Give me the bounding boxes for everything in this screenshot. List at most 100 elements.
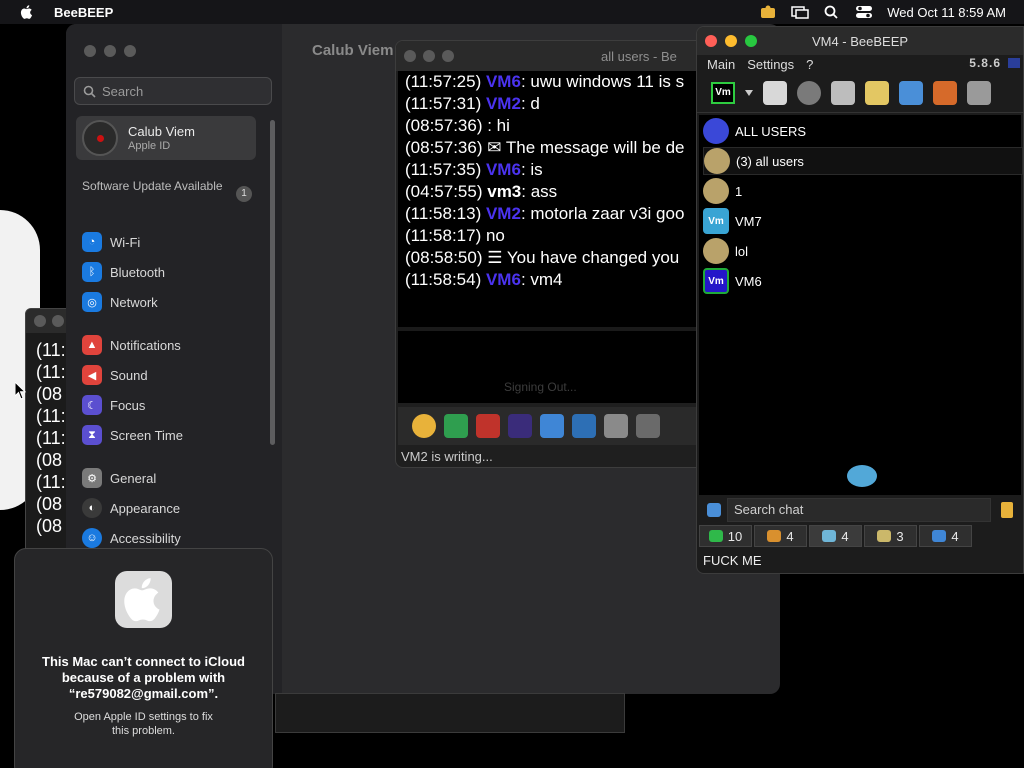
settings-gear-icon[interactable] [572, 414, 596, 438]
apple-menu-icon[interactable] [18, 3, 36, 21]
plugins-icon[interactable] [899, 80, 923, 105]
icloud-notification[interactable]: This Mac can’t connect to iCloud because… [14, 548, 273, 768]
users-tab[interactable]: 10 [699, 525, 752, 547]
message-sender[interactable]: VM6 [486, 72, 521, 91]
emoticon-icon[interactable] [412, 414, 436, 438]
sidebar-item-wifi[interactable]: ◔ Wi-Fi [82, 232, 140, 252]
message-sender[interactable]: VM6 [486, 270, 521, 289]
sidebar-item-screen-time[interactable]: ⧗ Screen Time [82, 425, 183, 445]
chats-tab[interactable]: 4 [809, 525, 862, 547]
zoom-icon[interactable] [745, 35, 757, 47]
zoom-icon[interactable] [442, 50, 454, 62]
minimize-icon[interactable] [104, 45, 116, 57]
broom-clear-icon[interactable] [1001, 502, 1013, 518]
text-font-icon[interactable] [476, 414, 500, 438]
chat-message-line: (11:57:35) VM6: is [405, 160, 543, 180]
spotlight-search-icon[interactable] [823, 5, 841, 19]
control-center-icon[interactable] [855, 5, 873, 19]
chat-bubble-icon [847, 465, 877, 487]
bee-tray-icon[interactable] [759, 5, 777, 19]
message-sender[interactable]: VM2 [486, 204, 521, 223]
broadcast-icon[interactable] [797, 80, 821, 105]
sidebar-item-focus[interactable]: ☾ Focus [82, 395, 145, 415]
search-icon [83, 85, 96, 98]
user-list-item[interactable]: 1 [703, 177, 1023, 205]
software-update-item[interactable]: Software Update Available 1 [82, 178, 252, 202]
message-sender[interactable]: vm3 [487, 182, 521, 201]
menu-settings[interactable]: Settings [747, 57, 794, 72]
user-label: VM6 [735, 273, 762, 289]
chat-window-title: all users - Be [601, 48, 677, 64]
search-placeholder: Search [102, 83, 144, 99]
group-chats-tab[interactable]: 3 [864, 525, 917, 547]
user-list-item[interactable]: ALL USERS [703, 117, 1023, 145]
tab-count: 4 [786, 528, 794, 544]
sidebar-item-label: General [110, 470, 157, 486]
sidebar-item-accessibility[interactable]: ☺ Accessibility [82, 528, 181, 548]
sidebar-item-notifications[interactable]: ▲ Notifications [82, 335, 181, 355]
chat-message-editor[interactable]: Signing Out... [398, 331, 700, 403]
menu-main[interactable]: Main [707, 57, 735, 72]
app-name[interactable]: BeeBEEP [54, 5, 113, 20]
search-chat-input[interactable]: Search chat [727, 498, 991, 522]
message-sender[interactable]: VM2 [486, 94, 521, 113]
settings-search-input[interactable]: Search [74, 77, 272, 105]
zoom-icon[interactable] [124, 45, 136, 57]
sidebar-item-appearance[interactable]: ◐ Appearance [82, 498, 180, 518]
groups-tab[interactable]: 4 [754, 525, 807, 547]
apple-id-account[interactable]: Calub Viem Apple ID [76, 116, 256, 160]
editor-hint: Signing Out... [504, 380, 577, 394]
close-icon[interactable] [34, 315, 46, 327]
menubar-clock[interactable]: Wed Oct 11 8:59 AM [887, 5, 1006, 20]
user-list-item[interactable]: Vm VM6 [703, 267, 1023, 295]
beebeep-main-window: VM4 - BeeBEEP Main Settings ? 5.8.6 Vm A… [696, 26, 1024, 574]
message-timestamp: (08:58:50) [405, 248, 488, 267]
filter-icon[interactable] [540, 414, 564, 438]
close-icon[interactable] [404, 50, 416, 62]
close-icon[interactable] [84, 45, 96, 57]
screen-mirroring-icon[interactable] [791, 5, 809, 19]
all-users-icon [703, 118, 729, 144]
message-text: : d [520, 94, 540, 113]
message-sender[interactable]: VM6 [486, 160, 521, 179]
user-list-item[interactable]: lol [703, 237, 1023, 265]
file-transfer-tab[interactable]: 4 [919, 525, 972, 547]
chat-status-bar: VM2 is writing... [401, 449, 493, 464]
spellcheck-icon[interactable] [604, 414, 628, 438]
color-picker-icon[interactable] [508, 414, 532, 438]
edit-profile-icon[interactable] [763, 80, 787, 105]
chevron-down-icon[interactable] [745, 89, 753, 96]
sidebar-item-general[interactable]: ⚙ General [82, 468, 156, 488]
user-label: VM7 [735, 213, 762, 229]
mailbox-icon[interactable] [831, 80, 855, 105]
minimize-icon[interactable] [725, 35, 737, 47]
message-timestamp: (11:58:17) [405, 226, 486, 245]
chats-icon [822, 530, 837, 542]
user-list-item[interactable]: (3) all users [703, 147, 1023, 175]
groups-icon [767, 530, 782, 542]
menu-help[interactable]: ? [806, 57, 813, 72]
group-icon [703, 178, 729, 204]
send-mail-icon[interactable] [444, 414, 468, 438]
user-list-item[interactable]: Vm VM7 [703, 207, 1023, 235]
file-transfer-icon[interactable] [933, 80, 957, 105]
write-message-icon[interactable] [865, 80, 889, 105]
message-timestamp: (11:58:54) [405, 270, 486, 289]
bottom-tabs: 10 4 4 3 4 [699, 525, 1021, 549]
sidebar-item-label: Bluetooth [110, 264, 165, 280]
sidebar-scrollbar[interactable] [270, 120, 275, 445]
sidebar-item-bluetooth[interactable]: ᛒ Bluetooth [82, 262, 165, 282]
minimize-icon[interactable] [52, 315, 64, 327]
user-status-badge[interactable]: Vm [711, 81, 735, 104]
search-options-icon[interactable] [707, 503, 721, 517]
message-text: ☰ You have changed you [487, 248, 680, 267]
sidebar-item-network[interactable]: ◎ Network [82, 292, 158, 312]
trash-icon[interactable] [967, 80, 991, 105]
close-icon[interactable] [705, 35, 717, 47]
minimize-icon[interactable] [423, 50, 435, 62]
sidebar-item-sound[interactable]: ◀ Sound [82, 365, 148, 385]
group-icon [703, 238, 729, 264]
chat-message-log[interactable]: (11:57:25) VM6: uwu windows 11 is s (11:5… [398, 71, 700, 327]
message-timestamp: (08:57:36) [405, 116, 488, 135]
document-icon[interactable] [636, 414, 660, 438]
